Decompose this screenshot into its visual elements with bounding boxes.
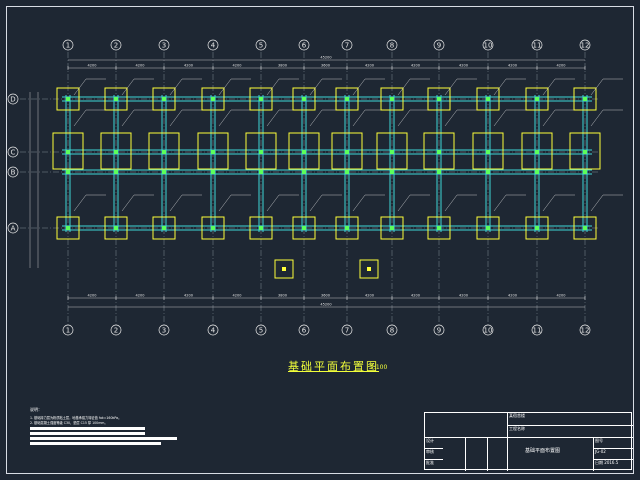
tb-project: 某宿舍楼 — [509, 413, 525, 418]
tb-name-area — [507, 437, 593, 471]
tb-drawing-name: 基础平面布置图 — [525, 448, 561, 454]
drawing-frame — [6, 6, 634, 474]
note-line-2: 2. 基础混凝土强度等级 C30，垫层 C15 厚 100mm。 — [30, 421, 108, 425]
tb-right-field: JG-02 — [593, 448, 633, 459]
tb-sign-column — [487, 437, 507, 471]
tb-project-cell: 某宿舍楼 — [507, 413, 633, 425]
notes-heading: 说明： — [30, 407, 42, 412]
note-bar — [30, 442, 161, 445]
title-block: 某宿舍楼 工程名称 设计 审核 批准 图号 JG-02 日期 2016.5 基础… — [424, 412, 633, 471]
tb-sign-column — [465, 437, 487, 471]
tb-field: 设计 — [425, 437, 443, 448]
tb-subproject: 工程名称 — [509, 426, 525, 431]
drawing-scale: 1:100 — [370, 364, 388, 371]
note-bar — [30, 432, 145, 435]
tb-right-field: 图号 — [593, 437, 633, 448]
tb-field: 批准 — [425, 459, 443, 471]
tb-field: 审核 — [425, 448, 443, 459]
note-bar — [30, 437, 177, 440]
general-notes: 说明： 1. 基础持力层为粉质粘土层，地基承载力特征值 fak=160kPa。 … — [30, 407, 200, 447]
drawing-title: 基础平面布置图 — [288, 360, 379, 373]
note-bar — [30, 427, 145, 430]
tb-right-field: 日期 2016.5 — [593, 459, 633, 471]
tb-subproject-cell: 工程名称 — [507, 425, 633, 437]
